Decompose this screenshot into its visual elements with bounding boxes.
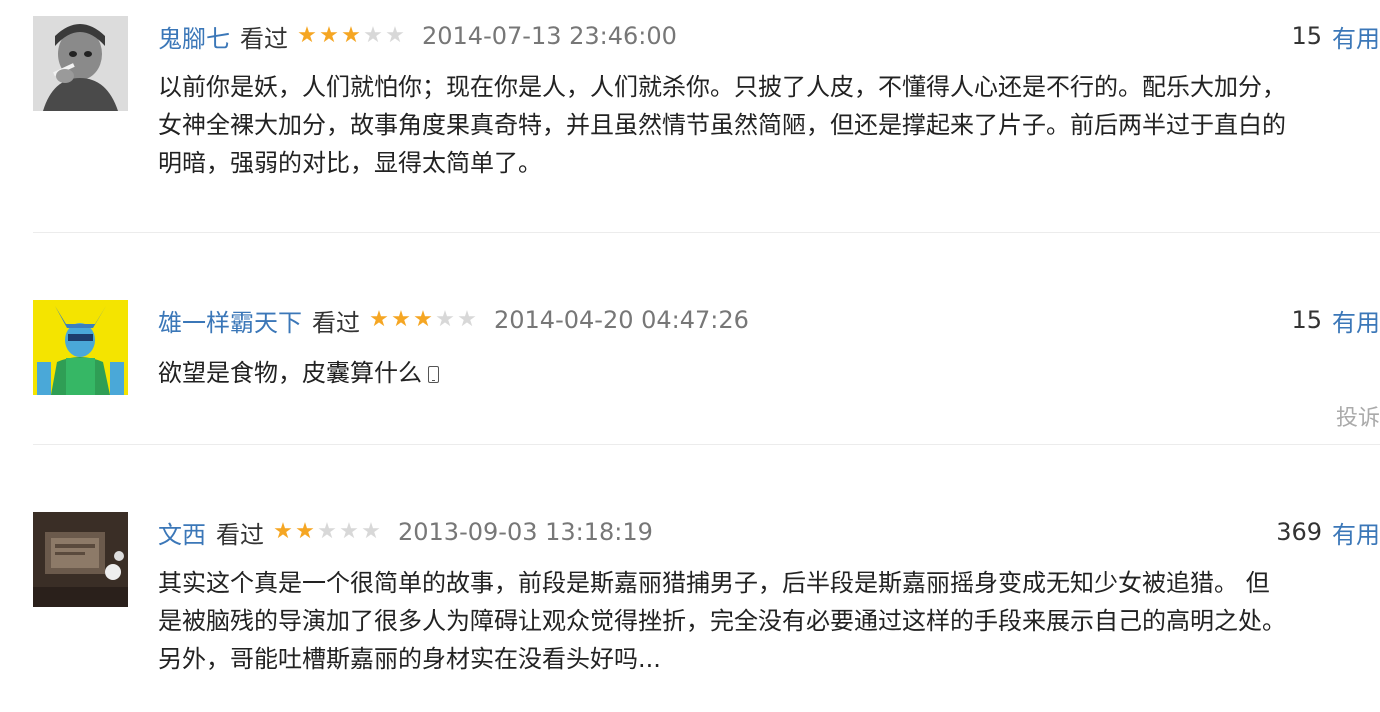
username-link[interactable]: 鬼腳七: [158, 19, 230, 54]
star-icon: ★: [317, 519, 337, 544]
comment-text: 其实这个真是一个很简单的故事，前段是斯嘉丽猎捕男子，后半段是斯嘉丽摇身变成无知少…: [158, 569, 1286, 673]
star-icon: ★: [339, 519, 359, 544]
star-icon: ★: [391, 307, 411, 332]
star-icon: ★: [369, 307, 389, 332]
avatar-image: [33, 16, 128, 111]
vote-count: 15: [1291, 306, 1322, 334]
watch-status: 看过: [240, 24, 288, 53]
useful-button[interactable]: 有用: [1332, 303, 1380, 338]
comment-text-content: 欲望是食物，皮囊算什么: [158, 359, 422, 387]
comment-time: 2014-04-20 04:47:26: [494, 306, 749, 334]
star-icon: ★: [385, 23, 405, 48]
useful-button[interactable]: 有用: [1332, 515, 1380, 550]
vote-count: 15: [1291, 22, 1322, 50]
avatar[interactable]: [33, 512, 128, 607]
star-icon: ★: [457, 307, 477, 332]
watch-status: 看过: [312, 308, 360, 337]
avatar-image: [33, 512, 128, 607]
star-icon: ★: [361, 519, 381, 544]
rating-stars: ★ ★ ★ ★ ★: [272, 521, 382, 543]
comment-meta: 雄一样霸天下 看过 ★ ★ ★ ★ ★ 2014-04-20 04:47:26: [158, 300, 749, 340]
divider: [33, 444, 1380, 445]
star-icon: ★: [295, 519, 315, 544]
star-icon: ★: [273, 519, 293, 544]
star-icon: ★: [341, 23, 361, 48]
report-link[interactable]: 投诉: [1336, 400, 1380, 432]
avatar-image: [33, 300, 128, 395]
username-link[interactable]: 雄一样霸天下: [158, 303, 302, 338]
comment-meta: 文西 看过 ★ ★ ★ ★ ★ 2013-09-03 13:18:19: [158, 512, 653, 552]
star-icon: ★: [297, 23, 317, 48]
comment-time: 2013-09-03 13:18:19: [398, 518, 653, 546]
divider: [33, 232, 1380, 233]
comment-meta: 鬼腳七 看过 ★ ★ ★ ★ ★ 2014-07-13 23:46:00: [158, 16, 677, 56]
avatar[interactable]: [33, 16, 128, 111]
mobile-phone-icon: [428, 366, 439, 383]
comment-text: 欲望是食物，皮囊算什么: [158, 354, 1380, 392]
star-icon: ★: [435, 307, 455, 332]
vote-area: 15 有用: [1291, 16, 1380, 56]
avatar[interactable]: [33, 300, 128, 395]
watch-status: 看过: [216, 520, 264, 549]
useful-button[interactable]: 有用: [1332, 19, 1380, 54]
comment-time: 2014-07-13 23:46:00: [422, 22, 677, 50]
comment-text: 以前你是妖，人们就怕你；现在你是人，人们就杀你。只披了人皮，不懂得人心还是不行的…: [158, 73, 1286, 177]
rating-stars: ★ ★ ★ ★ ★: [296, 25, 406, 47]
vote-area: 369 有用: [1276, 512, 1380, 552]
vote-area: 15 有用: [1291, 300, 1380, 340]
star-icon: ★: [319, 23, 339, 48]
vote-count: 369: [1276, 518, 1322, 546]
star-icon: ★: [413, 307, 433, 332]
rating-stars: ★ ★ ★ ★ ★: [368, 309, 478, 331]
star-icon: ★: [363, 23, 383, 48]
username-link[interactable]: 文西: [158, 515, 206, 550]
